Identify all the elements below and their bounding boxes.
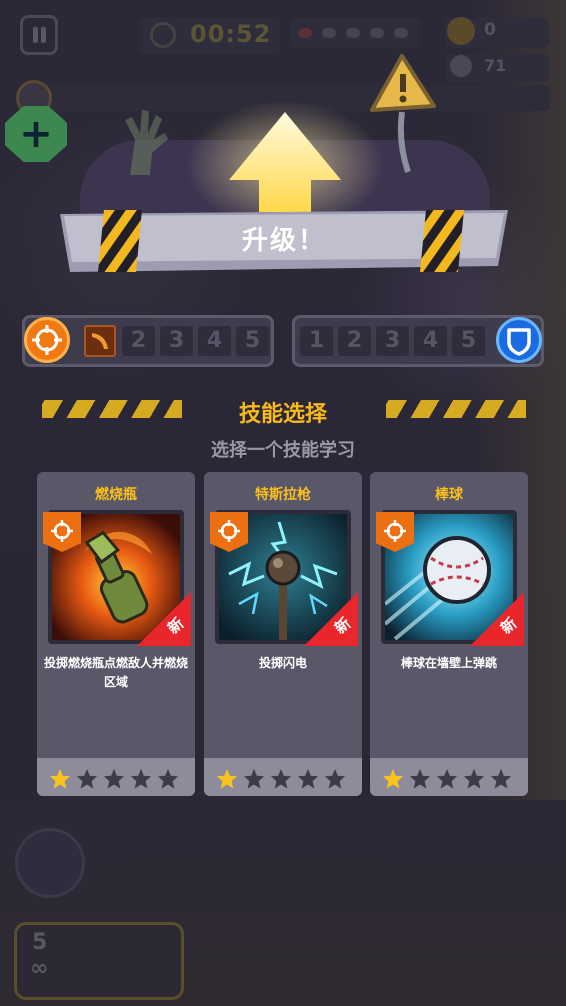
alarm-clock-icon xyxy=(150,22,176,48)
star-empty-icon xyxy=(130,768,152,789)
skill-select-subtitle: 选择一个技能学习 xyxy=(211,440,355,461)
skill-card-tesla-gun[interactable]: 特斯拉枪 新 投掷闪电 xyxy=(204,472,362,796)
star-empty-icon xyxy=(103,768,125,789)
star-empty-icon xyxy=(76,768,98,789)
star-empty-icon xyxy=(270,768,292,789)
skill-card-baseball[interactable]: 棒球 新 棒球在墙壁上弹跳 xyxy=(370,472,528,796)
star-empty-icon xyxy=(243,768,265,789)
star-rating xyxy=(382,768,522,790)
boomerang-weapon-slot xyxy=(84,325,116,357)
crosshair-icon xyxy=(384,520,406,542)
skill-card-description: 投掷闪电 xyxy=(258,656,307,670)
star-filled-icon xyxy=(49,768,71,789)
skill-select-title: 技能选择 xyxy=(238,402,327,427)
level-up-arrow-icon xyxy=(229,112,341,212)
boomerang-icon xyxy=(92,333,108,349)
new-badge: 新 xyxy=(137,592,191,646)
weapon-slot: 2 xyxy=(122,326,155,356)
ammo-count: 5 xyxy=(32,930,48,955)
infinite-icon: ∞ xyxy=(30,956,49,981)
star-empty-icon xyxy=(409,768,431,789)
passive-slot: 3 xyxy=(376,326,409,356)
star-empty-icon xyxy=(436,768,458,789)
skill-card-title: 特斯拉枪 xyxy=(255,487,311,503)
crosshair-icon xyxy=(51,520,73,542)
pause-button[interactable] xyxy=(20,15,58,55)
wave-skull-icon xyxy=(298,28,312,38)
star-filled-icon xyxy=(216,768,238,789)
character-portrait[interactable] xyxy=(15,828,85,898)
new-badge: 新 xyxy=(470,592,524,646)
weapon-category-icon xyxy=(24,317,70,363)
star-rating xyxy=(49,768,189,790)
zombie-hand-icon xyxy=(125,110,168,175)
coin-count: 0 xyxy=(484,20,496,40)
weapon-slot: 3 xyxy=(160,326,193,356)
weapon-slot: 4 xyxy=(198,326,231,356)
level-up-title: 升级！ xyxy=(241,226,326,256)
star-rating xyxy=(216,768,356,790)
shield-icon xyxy=(507,328,531,356)
skill-card-description: 棒球在墙壁上弹跳 xyxy=(400,656,497,670)
wave-skull-icon xyxy=(322,28,336,38)
passive-slot: 5 xyxy=(452,326,485,356)
crosshair-icon xyxy=(32,325,62,355)
skill-card-description: 投掷燃烧瓶点燃敌人并燃烧区域 xyxy=(43,656,188,689)
skill-card-title: 棒球 xyxy=(435,487,463,503)
skull-icon xyxy=(450,55,472,77)
wave-skull-icon xyxy=(346,28,360,38)
star-empty-icon xyxy=(157,768,179,789)
passive-slot: 4 xyxy=(414,326,447,356)
skill-card-molotov[interactable]: 燃烧瓶 新 投掷燃烧瓶点燃敌人并燃烧区域 xyxy=(37,472,195,796)
star-empty-icon xyxy=(297,768,319,789)
passive-slot: 2 xyxy=(338,326,371,356)
wave-skull-icon xyxy=(394,28,408,38)
star-empty-icon xyxy=(324,768,346,789)
weapon-slot: 5 xyxy=(236,326,269,356)
coin-icon xyxy=(447,17,475,45)
kill-count: 71 xyxy=(484,56,507,75)
timer-text: 00:52 xyxy=(190,20,272,48)
plus-icon: + xyxy=(19,111,53,157)
passive-slot: 1 xyxy=(300,326,333,356)
passive-category-icon xyxy=(496,317,542,363)
wave-skull-icon xyxy=(370,28,384,38)
skill-card-title: 燃烧瓶 xyxy=(95,487,137,503)
new-badge: 新 xyxy=(304,592,358,646)
star-filled-icon xyxy=(382,768,404,789)
crosshair-icon xyxy=(218,520,240,542)
star-empty-icon xyxy=(463,768,485,789)
star-empty-icon xyxy=(490,768,512,789)
